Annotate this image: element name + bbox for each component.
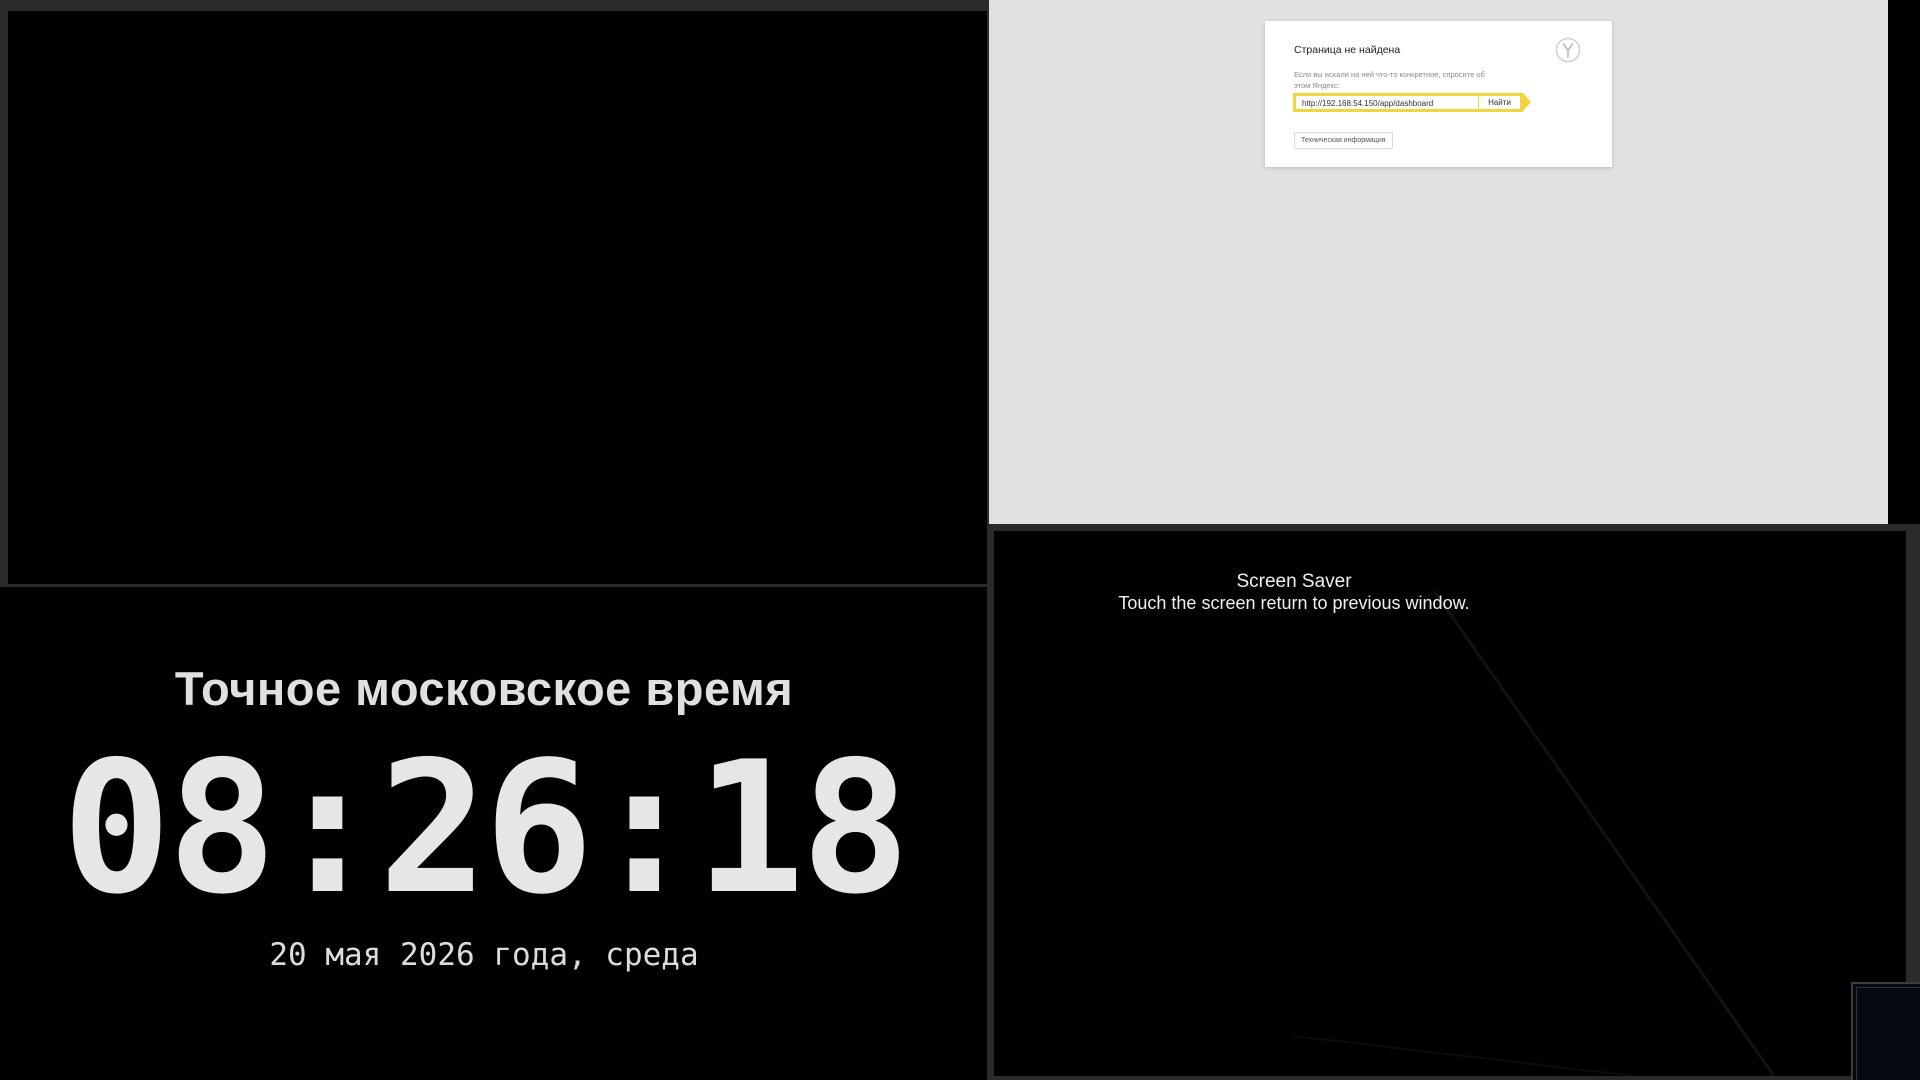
error-card: Страница не найдена Если вы искали на не… — [1265, 21, 1612, 167]
error-hint: Если вы искали на ней что-то конкретное,… — [1294, 70, 1485, 90]
desktop-screen: Точное московское время 08:26:18 20 мая … — [0, 0, 1920, 1080]
window-divider — [1888, 0, 1920, 524]
moscow-clock-window: Точное московское время 08:26:18 20 мая … — [0, 587, 989, 1080]
error-title: Страница не найдена — [1294, 44, 1401, 56]
corner-preview-frame — [1856, 987, 1920, 1080]
search-input[interactable]: http://192.168.54.150/app/dashboard — [1293, 93, 1478, 112]
yandex-browser-logo-icon — [1555, 37, 1581, 63]
blank-video-window[interactable] — [0, 0, 989, 587]
search-button[interactable]: Найти — [1478, 93, 1523, 112]
search-form: http://192.168.54.150/app/dashboard Найт… — [1293, 93, 1533, 112]
search-arrow-icon — [1523, 93, 1531, 111]
tech-info-button[interactable]: Техническая информация — [1294, 132, 1393, 149]
corner-preview-window[interactable] — [1851, 982, 1920, 1080]
browser-window: Страница не найдена Если вы искали на не… — [989, 0, 1888, 524]
screen-saver-window[interactable]: Screen Saver Touch the screen return to … — [989, 524, 1920, 1080]
screen-saver-subtitle: Touch the screen return to previous wind… — [1118, 593, 1470, 613]
clock-time: 08:26:18 — [61, 722, 911, 934]
clock-date: 20 мая 2026 года, среда — [269, 937, 699, 973]
screen-saver-title: Screen Saver — [1236, 571, 1352, 592]
clock-title: Точное московское время — [174, 662, 794, 715]
